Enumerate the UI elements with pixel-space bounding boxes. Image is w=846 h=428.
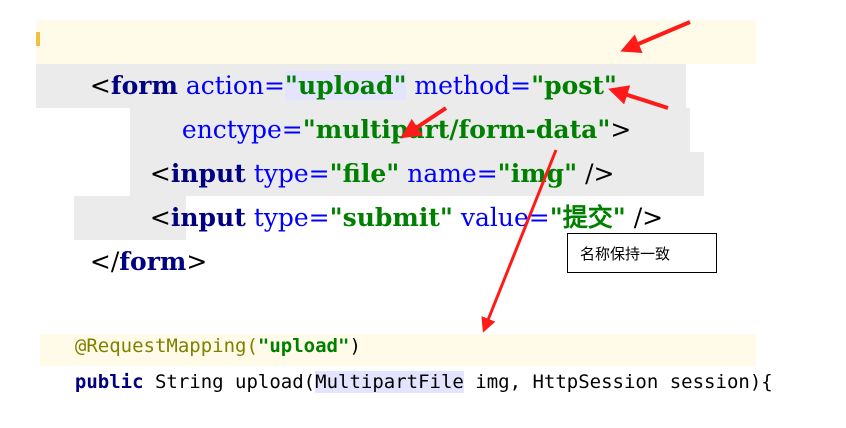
arrow-to-form-data (608, 85, 669, 110)
arrow-to-type-file (400, 106, 448, 139)
arrow-to-method-post (620, 20, 691, 53)
annotation-arrows (400, 20, 691, 333)
arrow-to-param-img (481, 149, 558, 333)
